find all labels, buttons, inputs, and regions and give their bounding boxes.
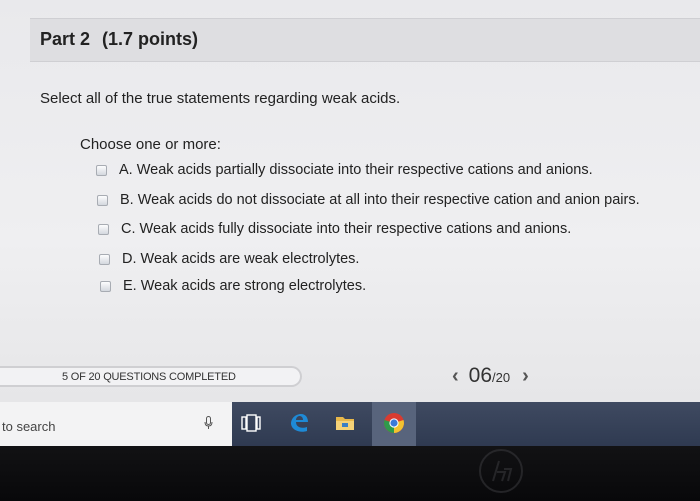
option-e-label: E. Weak acids are strong electrolytes. — [123, 278, 367, 294]
option-c-checkbox[interactable] — [98, 223, 109, 235]
choose-label: Choose one or more: — [80, 136, 221, 153]
file-explorer-icon[interactable] — [334, 412, 356, 434]
option-a[interactable]: A. Weak acids partially dissociate into … — [96, 162, 593, 178]
quiz-screen: Part 2 (1.7 points) Select all of the tru… — [0, 0, 700, 402]
option-a-label: A. Weak acids partially dissociate into … — [119, 162, 593, 178]
option-b-checkbox[interactable] — [97, 194, 108, 206]
progress-indicator: 5 OF 20 QUESTIONS COMPLETED — [0, 366, 302, 387]
microphone-icon[interactable] — [204, 416, 213, 430]
points-label: (1.7 points) — [102, 29, 199, 49]
question-header: Part 2 (1.7 points) — [30, 18, 700, 62]
taskbar-search-box[interactable]: to search — [0, 402, 232, 446]
option-d-checkbox[interactable] — [99, 253, 110, 265]
option-c-label: C. Weak acids fully dissociate into thei… — [121, 221, 572, 237]
progress-text: 5 OF 20 QUESTIONS COMPLETED — [62, 371, 236, 383]
windows-taskbar: to search — [0, 402, 700, 446]
edge-icon[interactable] — [288, 412, 310, 434]
total-questions: /20 — [492, 370, 511, 385]
question-pager: ‹ 06 /20 › — [452, 364, 529, 388]
option-e[interactable]: E. Weak acids are strong electrolytes. — [100, 278, 366, 294]
option-b-label: B. Weak acids do not dissociate at all i… — [120, 192, 640, 208]
page-title: Part 2 (1.7 points) — [40, 29, 198, 50]
chrome-icon[interactable] — [383, 412, 405, 434]
option-c[interactable]: C. Weak acids fully dissociate into thei… — [98, 221, 571, 237]
prev-question-button[interactable]: ‹ — [452, 365, 459, 388]
current-question-number: 06 — [468, 364, 493, 387]
option-e-checkbox[interactable] — [100, 280, 111, 292]
search-placeholder: to search — [2, 419, 56, 434]
option-b[interactable]: B. Weak acids do not dissociate at all i… — [97, 192, 640, 208]
laptop-bezel — [0, 446, 700, 501]
option-d-label: D. Weak acids are weak electrolytes. — [122, 251, 360, 267]
part-label: Part 2 — [40, 29, 91, 49]
next-question-button[interactable]: › — [522, 365, 529, 388]
hp-logo-icon — [479, 449, 523, 493]
question-prompt: Select all of the true statements regard… — [40, 90, 401, 107]
task-view-icon[interactable] — [240, 412, 262, 434]
option-d[interactable]: D. Weak acids are weak electrolytes. — [99, 251, 359, 267]
option-a-checkbox[interactable] — [96, 164, 107, 176]
